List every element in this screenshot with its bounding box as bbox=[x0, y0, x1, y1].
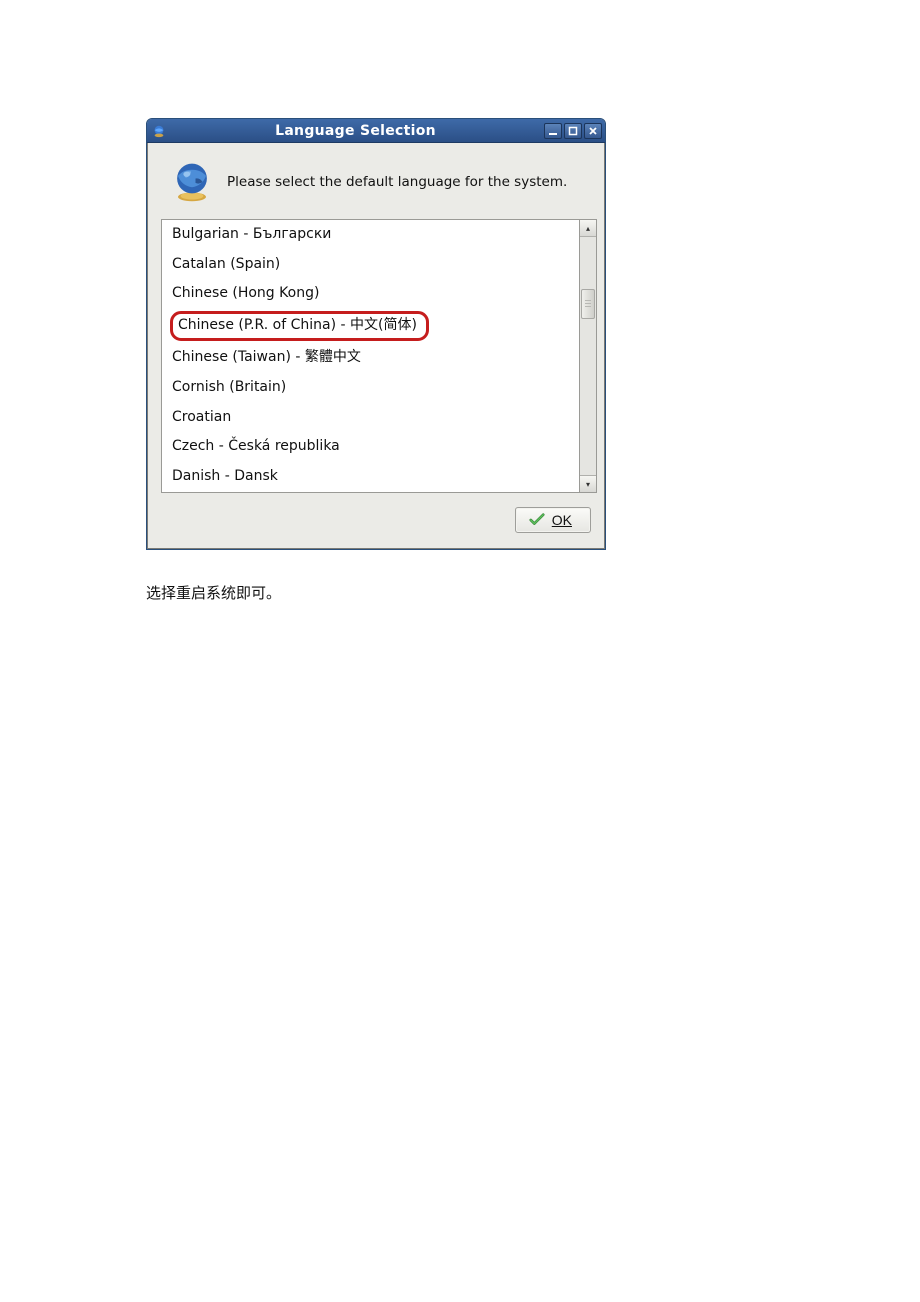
scroll-track[interactable] bbox=[580, 237, 596, 475]
list-item[interactable]: Danish - Dansk bbox=[162, 462, 579, 492]
window-controls bbox=[544, 123, 602, 139]
window-title: Language Selection bbox=[167, 123, 544, 139]
list-item[interactable]: Czech - Česká republika bbox=[162, 432, 579, 462]
ok-button-label: OK bbox=[552, 512, 572, 528]
scroll-thumb[interactable] bbox=[581, 289, 595, 319]
header: Please select the default language for t… bbox=[147, 143, 605, 219]
list-item[interactable]: Croatian bbox=[162, 403, 579, 433]
ok-button[interactable]: OK bbox=[515, 507, 591, 533]
list-item[interactable]: Cornish (Britain) bbox=[162, 373, 579, 403]
minimize-button[interactable] bbox=[544, 123, 562, 139]
list-item[interactable]: D (D ) bbox=[162, 491, 579, 493]
caption-text: 选择重启系统即可。 bbox=[146, 582, 920, 603]
titlebar[interactable]: Language Selection bbox=[147, 119, 605, 143]
scrollbar[interactable]: ▴ ▾ bbox=[579, 219, 597, 493]
apply-icon bbox=[528, 512, 546, 528]
language-list-container: Bulgarian - Български Catalan (Spain) Ch… bbox=[147, 219, 605, 495]
maximize-button[interactable] bbox=[564, 123, 582, 139]
list-item[interactable]: Chinese (Taiwan) - 繁體中文 bbox=[162, 343, 579, 373]
language-selection-window: Language Selection bbox=[146, 118, 606, 550]
footer: OK bbox=[147, 495, 605, 549]
close-button[interactable] bbox=[584, 123, 602, 139]
list-item[interactable]: Bulgarian - Български bbox=[162, 220, 579, 250]
app-icon bbox=[151, 123, 167, 139]
globe-icon bbox=[171, 161, 213, 203]
list-item[interactable]: Catalan (Spain) bbox=[162, 250, 579, 280]
prompt-text: Please select the default language for t… bbox=[227, 174, 567, 190]
scroll-down-button[interactable]: ▾ bbox=[580, 475, 596, 492]
list-item[interactable]: Chinese (Hong Kong) bbox=[162, 279, 579, 309]
list-item-highlighted[interactable]: Chinese (P.R. of China) - 中文(简体) bbox=[162, 309, 579, 344]
scroll-up-button[interactable]: ▴ bbox=[580, 220, 596, 237]
language-listbox[interactable]: Bulgarian - Български Catalan (Spain) Ch… bbox=[161, 219, 579, 493]
highlight-annotation: Chinese (P.R. of China) - 中文(简体) bbox=[170, 311, 429, 342]
